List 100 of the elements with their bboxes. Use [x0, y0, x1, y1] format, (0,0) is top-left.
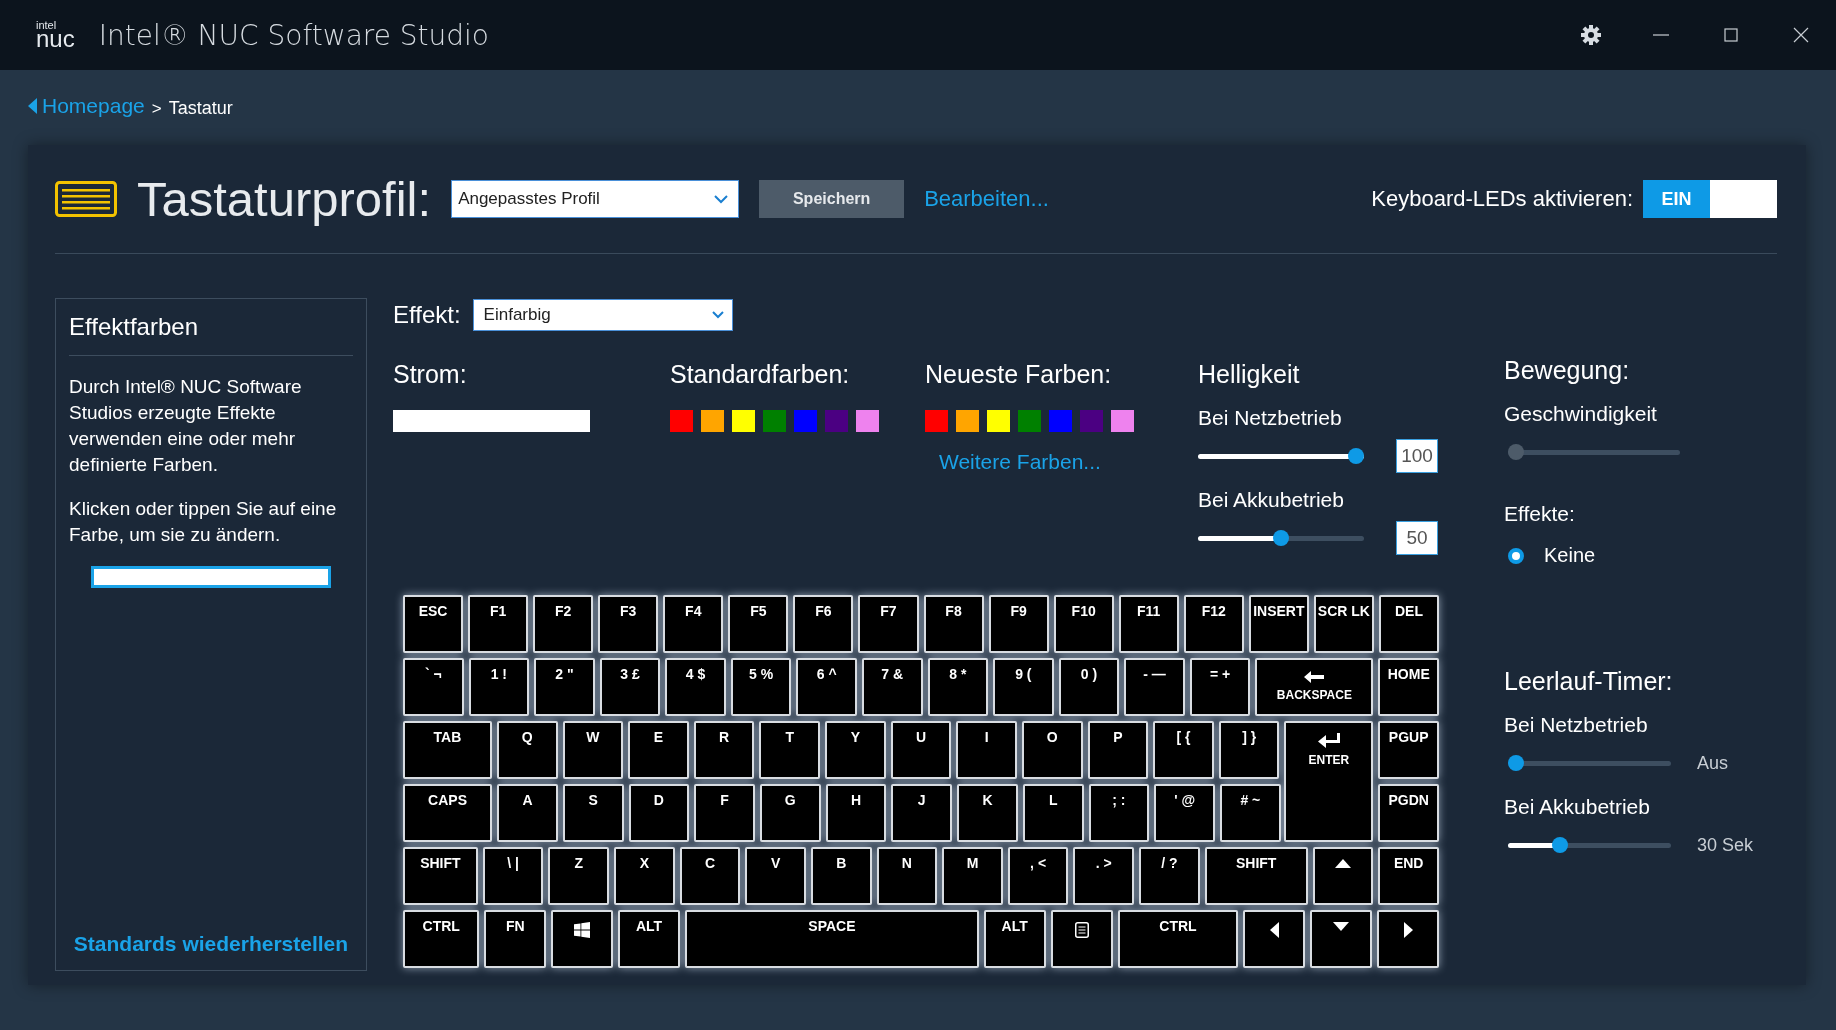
keyboard-key[interactable]: L — [1022, 784, 1084, 842]
keyboard-key[interactable]: F7 — [858, 595, 919, 653]
keyboard-key[interactable]: ' @ — [1154, 784, 1215, 842]
keyboard-key[interactable]: 7 & — [861, 658, 923, 716]
power-color-swatch[interactable] — [393, 410, 590, 432]
keyboard-key[interactable]: END — [1378, 847, 1439, 905]
profile-dropdown[interactable]: Angepasstes Profil — [451, 180, 740, 219]
keyboard-key[interactable]: F8 — [923, 595, 984, 653]
keyboard-key[interactable]: I — [956, 721, 1017, 779]
keyboard-key[interactable]: F5 — [728, 595, 789, 653]
keyboard-key[interactable]: V — [745, 847, 806, 905]
keyboard-key[interactable]: M — [942, 847, 1003, 905]
slider-track[interactable] — [1508, 444, 1680, 460]
slider-thumb[interactable] — [1552, 837, 1569, 853]
color-swatch[interactable] — [1018, 410, 1041, 432]
color-swatch[interactable] — [925, 410, 948, 432]
radio-button[interactable] — [1508, 547, 1524, 564]
color-swatch[interactable] — [956, 410, 979, 432]
slider-track[interactable] — [1198, 448, 1364, 464]
keyboard-key[interactable]: SPACE — [685, 910, 979, 968]
keyboard-key[interactable]: HOME — [1378, 658, 1439, 716]
save-button[interactable]: Speichern — [759, 180, 905, 219]
keyboard-key[interactable]: ] } — [1218, 721, 1280, 779]
keyboard-key[interactable]: W — [562, 721, 624, 779]
keyboard-key[interactable]: ; : — [1088, 784, 1150, 842]
keyboard-key[interactable]: F — [694, 784, 755, 842]
keyboard-key[interactable]: Y — [825, 721, 886, 779]
slider-track[interactable] — [1508, 755, 1671, 771]
keyboard-key[interactable]: F6 — [793, 595, 854, 653]
effect-dropdown[interactable]: Einfarbig — [472, 299, 733, 331]
more-colors-link[interactable]: Weitere Farben... — [939, 450, 1198, 474]
keyboard-key[interactable]: = + — [1189, 658, 1251, 716]
keyboard-key[interactable]: . > — [1073, 847, 1135, 905]
color-swatch[interactable] — [825, 410, 848, 432]
keyboard-key[interactable]: R — [693, 721, 755, 779]
keyboard-key[interactable]: F4 — [663, 595, 724, 653]
keyboard-key[interactable]: ALT — [983, 910, 1046, 968]
keyboard-key[interactable]: Z — [548, 847, 610, 905]
keyboard-key[interactable]: D — [628, 784, 690, 842]
value-field[interactable]: 100 — [1396, 439, 1438, 473]
keyboard-key[interactable]: CAPS — [403, 784, 493, 842]
keyboard-key[interactable] — [1312, 847, 1374, 905]
color-swatch[interactable] — [701, 410, 724, 432]
keyboard-key[interactable] — [1050, 910, 1113, 968]
keyboard-key[interactable]: 1 ! — [468, 658, 530, 716]
keyboard-key[interactable]: E — [628, 721, 689, 779]
keyboard-key[interactable]: 8 * — [927, 658, 989, 716]
keyboard-key[interactable]: P — [1087, 721, 1149, 779]
keyboard-key[interactable]: 3 £ — [599, 658, 661, 716]
color-swatch[interactable] — [794, 410, 817, 432]
keyboard-key[interactable]: 0 ) — [1058, 658, 1120, 716]
color-swatch[interactable] — [732, 410, 755, 432]
keyboard-key[interactable]: X — [614, 847, 675, 905]
keyboard-key[interactable]: H — [825, 784, 887, 842]
keyboard-key[interactable]: K — [957, 784, 1018, 842]
keyboard-key[interactable] — [1377, 910, 1439, 968]
keyboard-key[interactable]: SHIFT — [1204, 847, 1308, 905]
color-swatch[interactable] — [670, 410, 693, 432]
keyboard-key[interactable]: S — [562, 784, 624, 842]
keyboard-key[interactable]: F11 — [1118, 595, 1179, 653]
keyboard-key[interactable]: ` ¬ — [403, 658, 464, 716]
keyboard-key[interactable]: 2 " — [534, 658, 595, 716]
slider-track[interactable] — [1198, 530, 1364, 546]
keyboard-key[interactable]: ENTER — [1284, 721, 1374, 842]
keyboard-key[interactable] — [1243, 910, 1306, 968]
keyboard-key[interactable]: CTRL — [1117, 910, 1239, 968]
keyboard-key[interactable]: A — [497, 784, 558, 842]
keyboard-key[interactable]: 6 ^ — [796, 658, 857, 716]
keyboard-key[interactable]: F10 — [1053, 595, 1114, 653]
color-swatch[interactable] — [1080, 410, 1103, 432]
keyboard-key[interactable]: 9 ( — [993, 658, 1054, 716]
keyboard-key[interactable]: F12 — [1183, 595, 1244, 653]
keyboard-key[interactable]: G — [759, 784, 821, 842]
keyboard-key[interactable]: B — [810, 847, 872, 905]
keyboard-key[interactable]: F9 — [988, 595, 1049, 653]
keyboard-key[interactable]: Q — [496, 721, 558, 779]
keyboard-key[interactable] — [1310, 910, 1373, 968]
color-swatch[interactable] — [856, 410, 879, 432]
keyboard-key[interactable]: [ { — [1153, 721, 1214, 779]
color-swatch[interactable] — [1049, 410, 1072, 432]
slider-thumb[interactable] — [1508, 755, 1524, 771]
keyboard-key[interactable]: FN — [484, 910, 547, 968]
keyboard-key[interactable]: O — [1021, 721, 1083, 779]
keyboard-key[interactable]: \ | — [482, 847, 544, 905]
color-slot[interactable] — [91, 566, 331, 588]
slider-track[interactable] — [1508, 837, 1671, 853]
keyboard-key[interactable]: - — — [1124, 658, 1185, 716]
keyboard-key[interactable]: N — [876, 847, 938, 905]
edit-link[interactable]: Bearbeiten... — [924, 186, 1049, 213]
color-swatch[interactable] — [1111, 410, 1134, 432]
keyboard-key[interactable]: , < — [1007, 847, 1069, 905]
keyboard-key[interactable]: PGUP — [1378, 721, 1439, 779]
keyboard-key[interactable]: T — [759, 721, 821, 779]
keyboard-key[interactable]: BACKSPACE — [1255, 658, 1374, 716]
keyboard-key[interactable]: SHIFT — [403, 847, 478, 905]
keyboard-key[interactable] — [551, 910, 614, 968]
color-swatch[interactable] — [987, 410, 1010, 432]
keyboard-key[interactable]: INSERT — [1248, 595, 1309, 653]
keyboard-key[interactable]: F2 — [533, 595, 594, 653]
keyboard-key[interactable]: U — [890, 721, 952, 779]
